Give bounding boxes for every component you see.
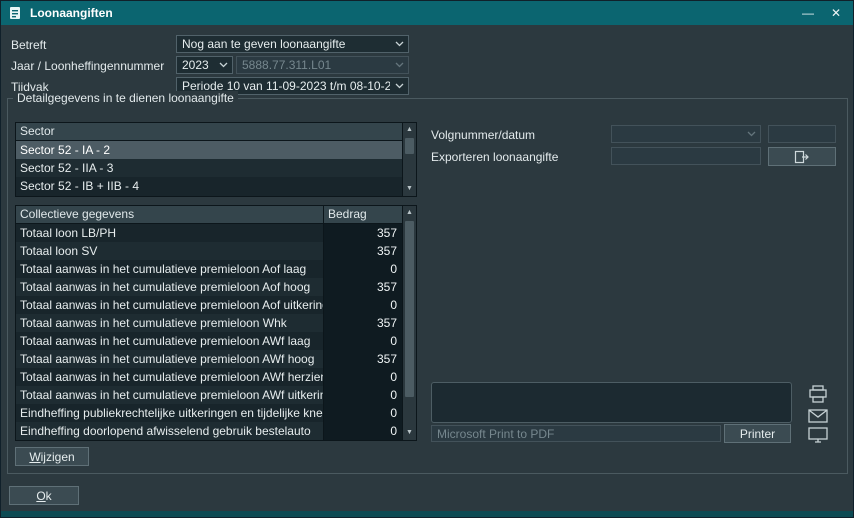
exporteren-label: Exporteren loonaangifte: [431, 150, 558, 165]
betreft-value: Nog aan te geven loonaangifte: [182, 37, 345, 51]
volgnummer-label: Volgnummer/datum: [431, 128, 535, 143]
export-icon: [794, 150, 810, 164]
collectief-table: Collectieve gegevens Bedrag Totaal loon …: [15, 205, 417, 441]
chevron-down-icon: [395, 41, 404, 47]
collectief-row[interactable]: Totaal aanwas in het cumulatieve premiel…: [16, 368, 402, 386]
chevron-down-icon: [747, 131, 756, 137]
jaar-value: 2023: [182, 58, 209, 72]
betreft-select[interactable]: Nog aan te geven loonaangifte: [176, 35, 409, 53]
collectief-row[interactable]: Totaal loon SV 357: [16, 242, 402, 260]
loonheffingennummer-value: 5888.77.311.L01: [242, 58, 331, 72]
print-icon[interactable]: [805, 384, 831, 404]
scrollbar-thumb[interactable]: [405, 138, 414, 154]
scroll-down-icon[interactable]: ▼: [403, 182, 416, 196]
scroll-up-icon[interactable]: ▲: [403, 206, 416, 220]
titlebar: Loonaangiften — ✕: [1, 1, 853, 25]
chevron-down-icon: [395, 62, 404, 68]
collectief-row[interactable]: Totaal aanwas in het cumulatieve premiel…: [16, 314, 402, 332]
sector-column-header: Sector: [16, 123, 402, 140]
volgnummer-select: [611, 125, 761, 143]
scrollbar-thumb[interactable]: [405, 221, 414, 397]
collectief-row[interactable]: Eindheffing doorlopend afwisselend gebru…: [16, 422, 402, 440]
window-bottom-edge: [1, 511, 853, 517]
sector-row[interactable]: Sector 52 - IIA - 3: [16, 159, 402, 177]
detail-groupbox-title: Detailgegevens in te dienen loonaangifte: [13, 91, 238, 105]
output-text-area[interactable]: [431, 382, 792, 423]
printer-name-field: Microsoft Print to PDF: [431, 425, 721, 442]
exporteren-field: [611, 147, 761, 165]
scroll-up-icon[interactable]: ▲: [403, 123, 416, 137]
window-title: Loonaangiften: [30, 6, 113, 20]
collectief-row[interactable]: Totaal aanwas in het cumulatieve premiel…: [16, 386, 402, 404]
exporteren-button[interactable]: [768, 147, 836, 166]
sector-row[interactable]: Sector 52 - IA - 2: [16, 141, 402, 159]
sector-scrollbar[interactable]: ▲ ▼: [402, 123, 416, 196]
collectief-row[interactable]: Totaal aanwas in het cumulatieve premiel…: [16, 350, 402, 368]
jaar-loonheffingennummer-label: Jaar / Loonheffingennummer: [11, 59, 164, 74]
collectief-row[interactable]: Totaal aanwas in het cumulatieve premiel…: [16, 260, 402, 278]
collectief-row[interactable]: Totaal aanwas in het cumulatieve premiel…: [16, 332, 402, 350]
close-button[interactable]: ✕: [823, 1, 849, 25]
loonaangiften-dialog: Loonaangiften — ✕ Betreft Nog aan te gev…: [0, 0, 854, 518]
printer-button[interactable]: Printer: [724, 424, 791, 443]
collectief-row[interactable]: Eindheffing publiekrechtelijke uitkering…: [16, 404, 402, 422]
sector-row-list: Sector 52 - IA - 2 Sector 52 - IIA - 3 S…: [16, 141, 402, 195]
ok-button[interactable]: Ok: [9, 486, 79, 505]
collectief-row[interactable]: Totaal aanwas in het cumulatieve premiel…: [16, 296, 402, 314]
app-icon: [8, 6, 22, 20]
monitor-icon[interactable]: [805, 425, 831, 445]
volgnummer-date-field: [768, 125, 836, 143]
email-icon[interactable]: [805, 406, 831, 426]
minimize-button[interactable]: —: [795, 1, 821, 25]
sector-table-header: Sector: [16, 123, 402, 141]
bedrag-column-header: Bedrag: [323, 206, 402, 223]
collectief-row[interactable]: Totaal loon LB/PH 357: [16, 224, 402, 242]
wijzigen-button[interactable]: Wijzigen: [15, 447, 89, 466]
scroll-down-icon[interactable]: ▼: [403, 426, 416, 440]
chevron-down-icon: [395, 83, 404, 89]
collectief-row[interactable]: Totaal aanwas in het cumulatieve premiel…: [16, 278, 402, 296]
collectief-row-list: Totaal loon LB/PH 357 Totaal loon SV 357…: [16, 224, 402, 440]
collectief-table-header: Collectieve gegevens Bedrag: [16, 206, 402, 224]
chevron-down-icon: [219, 62, 228, 68]
jaar-select[interactable]: 2023: [176, 56, 233, 74]
sector-row[interactable]: Sector 52 - IB + IIB - 4: [16, 177, 402, 195]
gegevens-column-header: Collectieve gegevens: [16, 206, 323, 223]
sector-table: Sector Sector 52 - IA - 2 Sector 52 - II…: [15, 122, 417, 197]
collectief-scrollbar[interactable]: ▲ ▼: [402, 206, 416, 440]
betreft-label: Betreft: [11, 38, 46, 53]
loonheffingennummer-select: 5888.77.311.L01: [236, 56, 409, 74]
